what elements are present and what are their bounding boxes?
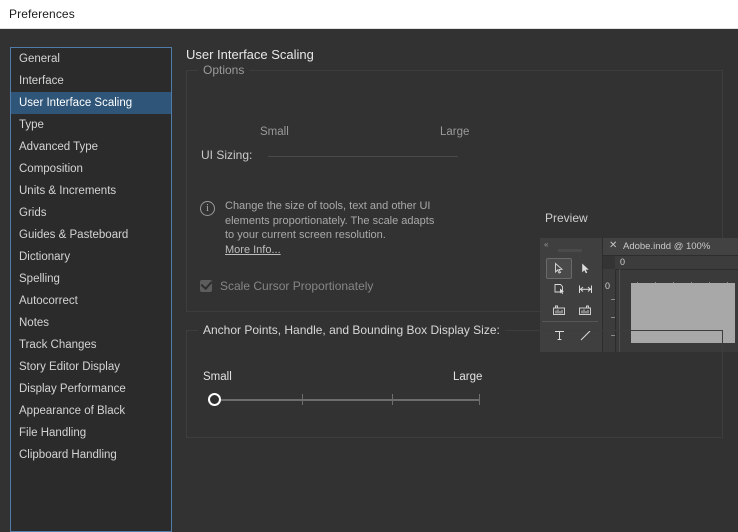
- sidebar-item-composition[interactable]: Composition: [11, 158, 171, 180]
- sidebar-item-label: File Handling: [19, 427, 87, 439]
- sidebar-item-appearance-of-black[interactable]: Appearance of Black: [11, 400, 171, 422]
- sidebar-item-label: Composition: [19, 163, 83, 175]
- sidebar-item-user-interface-scaling[interactable]: User Interface Scaling: [11, 92, 171, 114]
- page-tool-icon: [546, 279, 572, 300]
- ui-sizing-label: UI Sizing:: [201, 148, 253, 162]
- anchor-points-group-legend: Anchor Points, Handle, and Bounding Box …: [198, 323, 505, 337]
- sidebar-item-label: Notes: [19, 317, 50, 329]
- sidebar-item-label: Grids: [19, 207, 47, 219]
- options-group-legend: Options: [198, 63, 250, 77]
- content-placer-tool-icon: [572, 300, 598, 321]
- selection-tool-icon: [546, 258, 572, 279]
- sidebar-item-label: Type: [19, 119, 44, 131]
- scaling-info-text: Change the size of tools, text and other…: [225, 200, 435, 241]
- sidebar-item-label: User Interface Scaling: [19, 97, 133, 109]
- preview-ruler-corner: [603, 256, 615, 269]
- page-title: User Interface Scaling: [186, 47, 314, 62]
- info-circle-icon: i: [200, 201, 215, 216]
- sidebar-item-units-and-increments[interactable]: Units & Increments: [11, 180, 171, 202]
- content-collector-tool-icon: [546, 300, 572, 321]
- anchor-slider-tick: [302, 394, 303, 405]
- anchor-size-slider[interactable]: [209, 399, 479, 401]
- sidebar-item-spelling[interactable]: Spelling: [11, 268, 171, 290]
- anchor-points-group: Anchor Points, Handle, and Bounding Box …: [186, 323, 723, 438]
- sidebar-item-label: Appearance of Black: [19, 405, 126, 417]
- sidebar-item-label: Autocorrect: [19, 295, 78, 307]
- sidebar-item-autocorrect[interactable]: Autocorrect: [11, 290, 171, 312]
- sidebar-item-label: Clipboard Handling: [19, 449, 117, 461]
- options-group: Options UI Sizing: Small Large i Change …: [186, 63, 738, 352]
- preview-ruler-origin-v: 0: [605, 281, 611, 291]
- preview-document-tab-label: Adobe.indd @ 100%: [623, 241, 711, 252]
- preview-ruler-origin-h: 0: [620, 257, 626, 267]
- anchor-slider-thumb[interactable]: [208, 393, 221, 406]
- sidebar-item-clipboard-handling[interactable]: Clipboard Handling: [11, 444, 171, 466]
- preview-collapse-icon: «: [544, 240, 549, 249]
- sidebar-item-dictionary[interactable]: Dictionary: [11, 246, 171, 268]
- preferences-content-pane: User Interface Scaling Options UI Sizing…: [186, 30, 738, 532]
- preview-tool-separator: [542, 321, 598, 322]
- sidebar-item-display-performance[interactable]: Display Performance: [11, 378, 171, 400]
- sidebar-item-advanced-type[interactable]: Advanced Type: [11, 136, 171, 158]
- ui-sizing-small-label: Small: [260, 126, 289, 138]
- close-icon: ✕: [609, 240, 618, 251]
- anchor-slider-tick: [392, 394, 393, 405]
- sidebar-item-grids[interactable]: Grids: [11, 202, 171, 224]
- anchor-slider-tick: [479, 394, 480, 405]
- sidebar-item-label: Units & Increments: [19, 185, 117, 197]
- sidebar-item-general[interactable]: General: [11, 48, 171, 70]
- sidebar-item-track-changes[interactable]: Track Changes: [11, 334, 171, 356]
- window-title: Preferences: [9, 7, 75, 21]
- window-titlebar: Preferences: [0, 0, 738, 29]
- sidebar-item-label: Interface: [19, 75, 64, 87]
- sidebar-item-interface[interactable]: Interface: [11, 70, 171, 92]
- sidebar-item-type[interactable]: Type: [11, 114, 171, 136]
- sidebar-item-label: Track Changes: [19, 339, 97, 351]
- scale-cursor-checkbox-label: Scale Cursor Proportionately: [220, 279, 374, 293]
- sidebar-item-guides-and-pasteboard[interactable]: Guides & Pasteboard: [11, 224, 171, 246]
- scale-cursor-checkbox[interactable]: [200, 277, 213, 292]
- anchor-large-label: Large: [453, 371, 483, 383]
- sidebar-item-file-handling[interactable]: File Handling: [11, 422, 171, 444]
- checkmark-icon: [200, 277, 213, 291]
- sidebar-item-label: Dictionary: [19, 251, 71, 263]
- ui-sizing-large-label: Large: [440, 126, 470, 138]
- sidebar-item-label: General: [19, 53, 60, 65]
- sidebar-item-label: Guides & Pasteboard: [19, 229, 129, 241]
- sidebar-item-label: Advanced Type: [19, 141, 99, 153]
- preview-panel-grip: [558, 249, 582, 252]
- sidebar-item-label: Spelling: [19, 273, 60, 285]
- direct-selection-tool-icon: [572, 258, 598, 279]
- anchor-small-label: Small: [203, 371, 232, 383]
- sidebar-item-label: Story Editor Display: [19, 361, 120, 373]
- ui-sizing-slider[interactable]: [268, 156, 458, 157]
- more-info-link[interactable]: More Info...: [225, 244, 281, 256]
- sidebar-item-label: Display Performance: [19, 383, 126, 395]
- gap-tool-icon: [572, 279, 598, 300]
- sidebar-item-story-editor-display[interactable]: Story Editor Display: [11, 356, 171, 378]
- preferences-dialog-body: General Interface User Interface Scaling…: [0, 30, 738, 532]
- preferences-category-list[interactable]: General Interface User Interface Scaling…: [10, 47, 172, 532]
- sidebar-item-notes[interactable]: Notes: [11, 312, 171, 334]
- preview-document-tab: ✕ Adobe.indd @ 100%: [603, 238, 738, 256]
- preview-title: Preview: [545, 211, 588, 225]
